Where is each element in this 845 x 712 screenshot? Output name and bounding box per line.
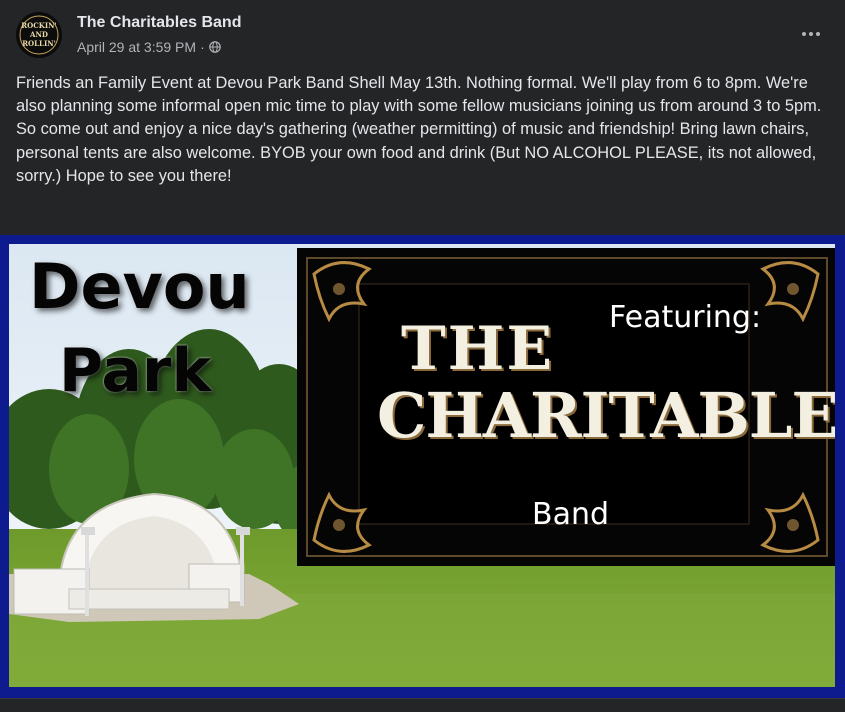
logo-charitables: CHARITABLES — [377, 379, 835, 452]
timestamp[interactable]: April 29 at 3:59 PM — [77, 39, 196, 55]
flyer-title-devou: Devou — [29, 250, 250, 323]
globe-icon[interactable] — [208, 41, 221, 53]
avatar-text-2: AND — [29, 30, 48, 39]
event-flyer: Devou Park Featuring: THE CHARITABLES Ba… — [9, 244, 835, 687]
post-image[interactable]: Devou Park Featuring: THE CHARITABLES Ba… — [0, 235, 845, 698]
avatar-text-1: ROCKIN' — [21, 21, 56, 30]
post-meta: April 29 at 3:59 PM · — [77, 39, 221, 55]
flyer-band: Band — [532, 497, 610, 532]
logo-the: THE — [401, 314, 555, 384]
post-footer-divider — [0, 698, 845, 712]
flyer-featuring: Featuring: — [609, 300, 762, 335]
meta-separator: · — [200, 39, 205, 55]
post-header: ROCKIN' AND ROLLIN' The Charitables Band… — [16, 12, 829, 58]
post-text: Friends an Family Event at Devou Park Ba… — [16, 72, 828, 188]
post-paragraph: Friends an Family Event at Devou Park Ba… — [16, 74, 822, 116]
more-options-icon[interactable] — [793, 16, 829, 52]
avatar-text-3: ROLLIN' — [22, 39, 56, 48]
avatar[interactable]: ROCKIN' AND ROLLIN' — [16, 12, 62, 58]
post-paragraph: So come out and enjoy a nice day's gathe… — [16, 120, 817, 185]
flyer-title-park: Park — [59, 336, 212, 406]
author-name[interactable]: The Charitables Band — [77, 14, 241, 32]
